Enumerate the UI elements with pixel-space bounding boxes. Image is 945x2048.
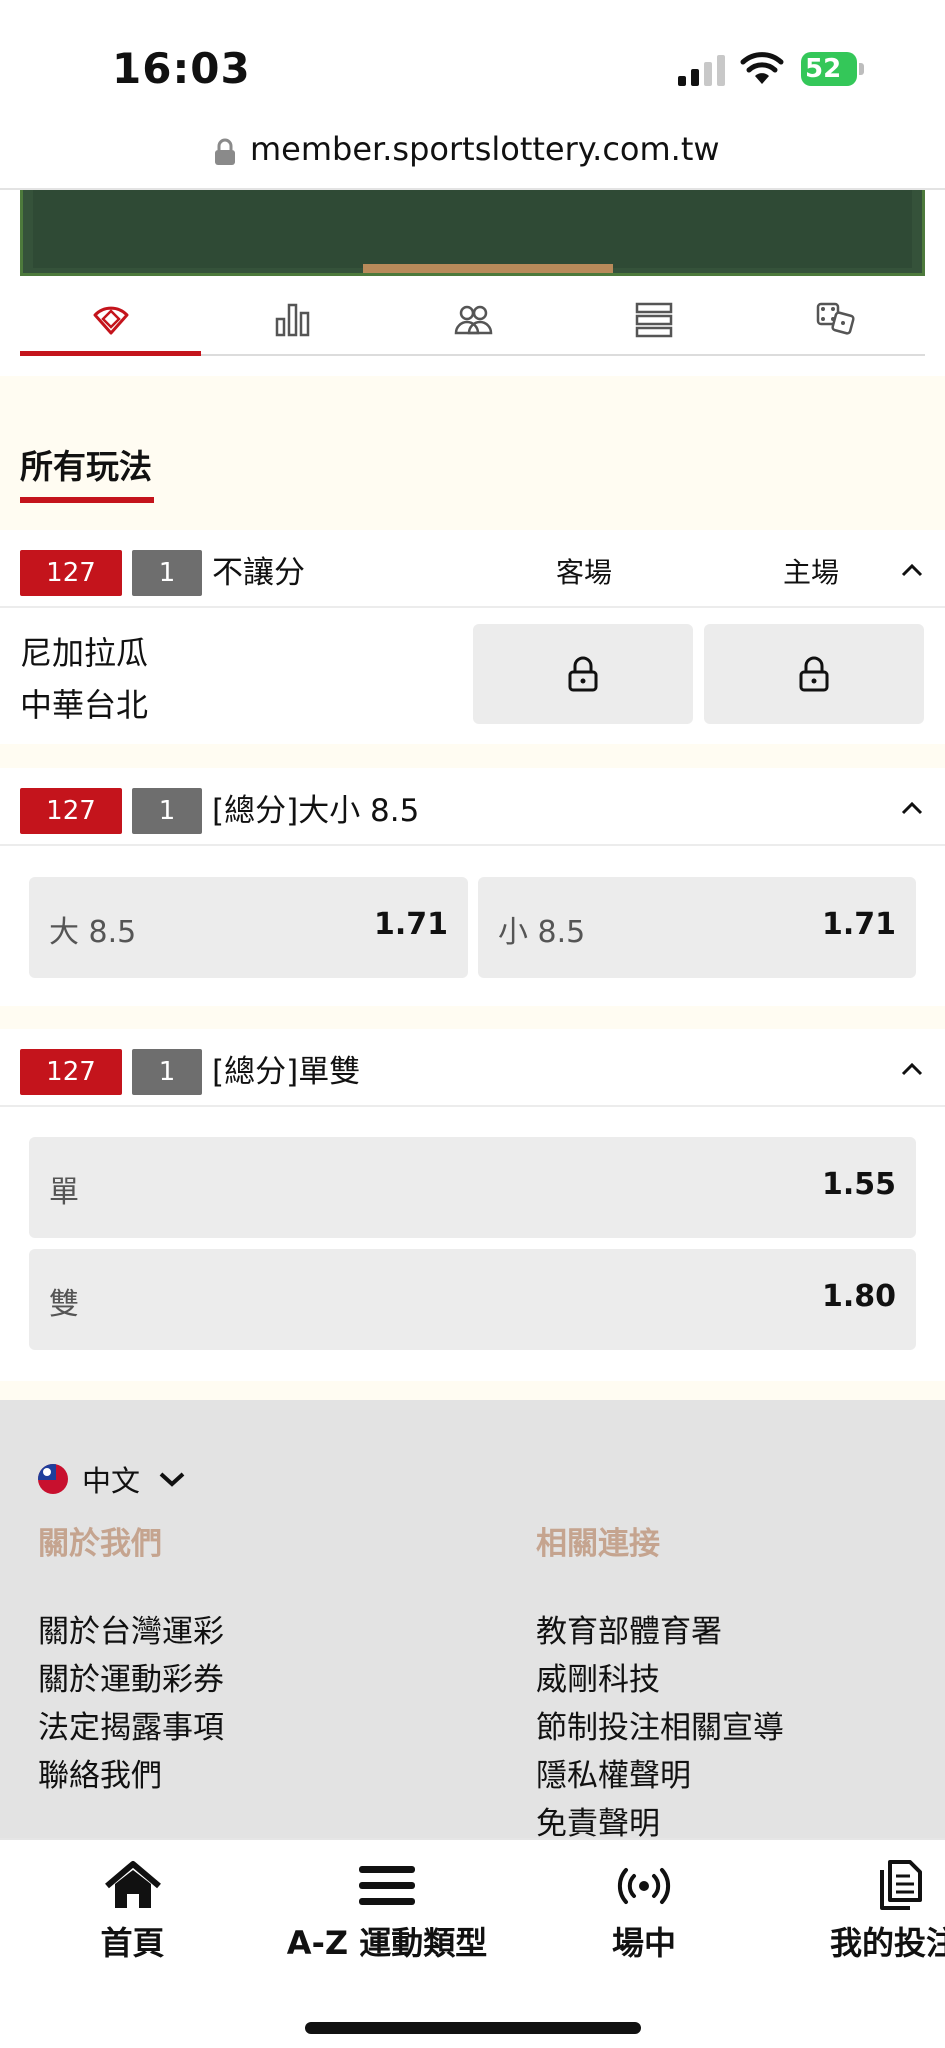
language-selector[interactable]: 中文 xyxy=(38,1458,186,1500)
selection-odds: 1.71 xyxy=(373,907,448,942)
market-moneyline: 127 1 不讓分 客場 主場 尼加拉瓜 中華台北 xyxy=(0,530,945,744)
market-header[interactable]: 127 1 不讓分 客場 主場 xyxy=(0,530,945,608)
nav-live[interactable]: 場中 xyxy=(604,1860,684,1964)
footer-link[interactable]: 關於台灣運彩 xyxy=(38,1606,224,1651)
taiwan-flag-icon xyxy=(38,1464,68,1494)
footer-link[interactable]: 威剛科技 xyxy=(536,1654,660,1699)
live-icon xyxy=(617,1868,671,1904)
nav-label: 首頁 xyxy=(100,1924,165,1962)
dice-icon xyxy=(816,302,855,335)
lock-icon xyxy=(215,138,235,165)
match-field-image xyxy=(20,190,925,276)
market-header[interactable]: 127 1 [總分]單雙 xyxy=(0,1029,945,1107)
site-footer: 中文 關於我們 關於台灣運彩 關於運動彩券 法定揭露事項 聯絡我們 相關連接 教… xyxy=(0,1400,945,1842)
selection-over[interactable]: 大 8.5 1.71 xyxy=(29,877,468,978)
footer-link[interactable]: 免責聲明 xyxy=(536,1798,660,1843)
status-bar: 16:03 52 xyxy=(0,0,945,122)
match-tabs xyxy=(20,284,925,356)
selection-odd[interactable]: 單 1.55 xyxy=(29,1137,916,1238)
selection-label: 小 8.5 xyxy=(498,915,586,950)
selection-odds: 1.80 xyxy=(821,1279,896,1314)
tab-field[interactable] xyxy=(20,284,201,356)
nav-label: 我的投注 xyxy=(830,1924,945,1962)
selection-label: 雙 xyxy=(49,1287,79,1322)
chevron-up-icon[interactable] xyxy=(900,562,924,578)
tab-lineup[interactable] xyxy=(382,284,563,354)
column-home: 主場 xyxy=(783,556,840,589)
market-header[interactable]: 127 1 [總分]大小 8.5 xyxy=(0,768,945,846)
odds-away-locked[interactable] xyxy=(473,624,693,724)
nav-label: 場中 xyxy=(611,1924,676,1962)
selection-label: 大 8.5 xyxy=(49,915,137,950)
home-icon xyxy=(104,1861,161,1908)
nav-my-bets[interactable]: 我的投注 xyxy=(830,1860,945,1964)
lock-icon xyxy=(799,656,829,692)
nav-label: A-Z 運動類型 xyxy=(286,1924,488,1962)
selection-odds: 1.71 xyxy=(821,907,896,942)
chevron-down-icon xyxy=(159,1472,185,1487)
selection-even[interactable]: 雙 1.80 xyxy=(29,1249,916,1350)
browser-url-bar[interactable]: member.sportslottery.com.tw xyxy=(0,122,945,190)
lineup-icon xyxy=(454,305,492,335)
team-home: 中華台北 xyxy=(20,686,149,724)
footer-link[interactable]: 法定揭露事項 xyxy=(38,1702,224,1747)
market-num-badge: 1 xyxy=(132,788,202,834)
battery-level: 52 xyxy=(805,54,842,84)
market-code-badge: 127 xyxy=(20,1049,122,1095)
market-code-badge: 127 xyxy=(20,550,122,596)
wifi-icon xyxy=(740,52,784,84)
footer-link[interactable]: 關於運動彩券 xyxy=(38,1654,224,1699)
footer-heading-related: 相關連接 xyxy=(536,1526,660,1562)
selection-odds: 1.55 xyxy=(821,1167,896,1202)
nav-home[interactable]: 首頁 xyxy=(90,1860,175,1964)
tab-list[interactable] xyxy=(563,284,744,354)
battery-icon: 52 xyxy=(801,52,865,86)
tab-stats[interactable] xyxy=(201,284,382,354)
market-num-badge: 1 xyxy=(132,1049,202,1095)
team-away: 尼加拉瓜 xyxy=(20,634,149,672)
footer-link[interactable]: 教育部體育署 xyxy=(536,1606,722,1651)
footer-link[interactable]: 隱私權聲明 xyxy=(536,1750,691,1795)
bets-icon xyxy=(880,1860,922,1910)
footer-link[interactable]: 聯絡我們 xyxy=(38,1750,162,1795)
selection-label: 單 xyxy=(49,1175,79,1210)
market-code-badge: 127 xyxy=(20,788,122,834)
baseball-field-icon xyxy=(93,306,128,335)
nav-sports-az[interactable]: A-Z 運動類型 xyxy=(282,1860,492,1964)
list-icon xyxy=(635,302,672,338)
menu-icon xyxy=(359,1866,415,1905)
language-label: 中文 xyxy=(82,1464,141,1498)
cellular-signal-icon xyxy=(678,55,725,86)
status-time: 16:03 xyxy=(112,44,251,93)
lock-icon xyxy=(568,656,598,692)
odds-home-locked[interactable] xyxy=(704,624,924,724)
market-num-badge: 1 xyxy=(132,550,202,596)
column-away: 客場 xyxy=(556,556,613,589)
section-title-all-markets: 所有玩法 xyxy=(20,447,152,486)
market-odd-even: 127 1 [總分]單雙 單 1.55 雙 1.80 xyxy=(0,1029,945,1381)
footer-heading-about: 關於我們 xyxy=(38,1526,162,1562)
url-text: member.sportslottery.com.tw xyxy=(250,130,720,168)
market-over-under: 127 1 [總分]大小 8.5 大 8.5 1.71 小 8.5 1.71 xyxy=(0,768,945,1006)
market-title: [總分]單雙 xyxy=(212,1054,361,1090)
selection-under[interactable]: 小 8.5 1.71 xyxy=(478,877,916,978)
tab-dice[interactable] xyxy=(744,284,925,354)
home-indicator xyxy=(305,2022,641,2034)
bottom-navigation: 首頁 A-Z 運動類型 場中 我的投注 xyxy=(0,1838,945,2048)
footer-link[interactable]: 節制投注相關宣導 xyxy=(536,1702,784,1747)
market-title: [總分]大小 8.5 xyxy=(212,793,420,829)
section-title-underline xyxy=(20,497,154,503)
chevron-up-icon[interactable] xyxy=(900,800,924,816)
bar-chart-icon xyxy=(275,303,309,337)
market-title: 不讓分 xyxy=(212,555,305,591)
chevron-up-icon[interactable] xyxy=(900,1061,924,1077)
